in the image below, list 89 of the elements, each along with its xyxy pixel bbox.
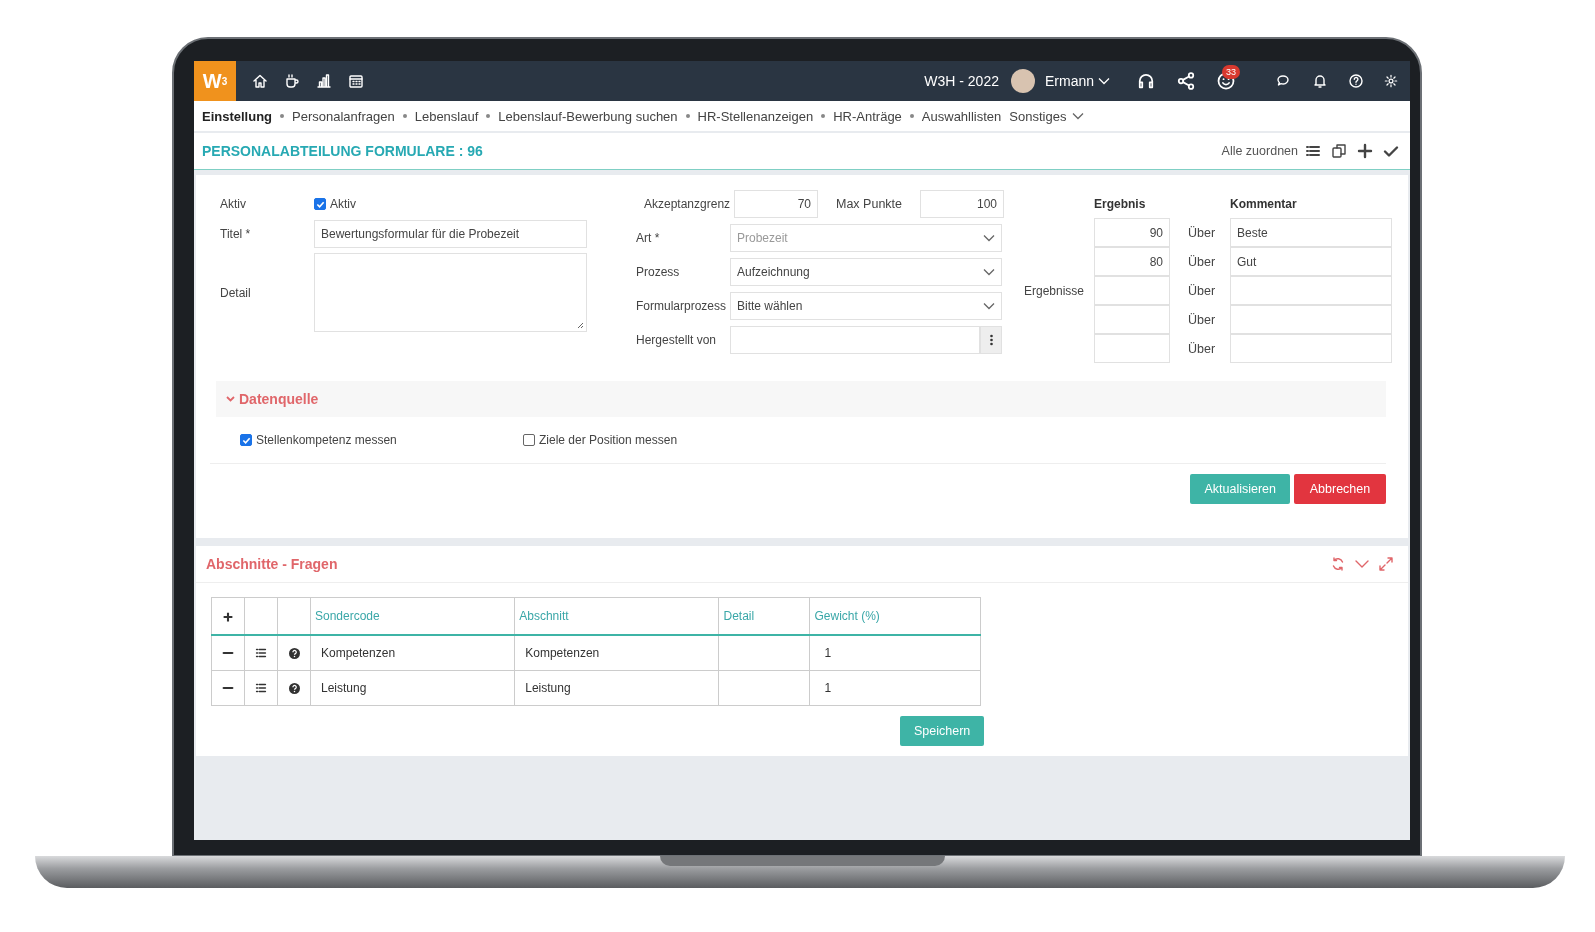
- assign-all-link[interactable]: Alle zuordnen: [1221, 144, 1298, 158]
- field-label: Ergebnisse: [1024, 283, 1086, 298]
- comment-field[interactable]: [1230, 305, 1392, 334]
- help-icon[interactable]: [288, 648, 300, 660]
- select-field[interactable]: Aufzeichnung: [730, 258, 1002, 286]
- operator-label: Über: [1187, 341, 1217, 356]
- headset-icon[interactable]: [1136, 71, 1156, 91]
- field-label: Aktiv: [220, 197, 247, 211]
- chevron-down-icon: [1098, 77, 1110, 85]
- smiley-icon[interactable]: [1216, 71, 1236, 91]
- bar-chart-icon[interactable]: [316, 73, 332, 89]
- column-header: Kommentar: [1230, 196, 1298, 211]
- checkbox-label: Aktiv: [330, 197, 356, 211]
- comment-field[interactable]: Gut: [1230, 247, 1392, 276]
- nav-tab[interactable]: Lebenslauf: [414, 108, 479, 124]
- checkbox-label: Stellenkompetenz messen: [256, 433, 397, 447]
- max-points-field[interactable]: 100: [920, 190, 1004, 218]
- table-cell: Leistung: [321, 681, 367, 695]
- nav-tab[interactable]: HR-Anträge: [833, 108, 902, 124]
- field-label: Detail: [220, 285, 252, 300]
- settings-icon[interactable]: [1384, 74, 1398, 88]
- table-cell: Leistung: [525, 681, 571, 695]
- field-label: Akzeptanzgrenz: [643, 197, 730, 211]
- nav-tab[interactable]: Sonstiges: [1009, 108, 1085, 124]
- page-title: PERSONALABTEILUNG FORMULARE : 96: [202, 143, 483, 159]
- select-field[interactable]: Bitte wählen: [730, 292, 1002, 320]
- chat-bubbles-icon[interactable]: [1276, 73, 1292, 89]
- operator-label: Über: [1187, 225, 1217, 240]
- chevron-down-icon: [983, 234, 995, 242]
- chevron-down-icon: [983, 302, 995, 310]
- calendar-icon[interactable]: [348, 73, 364, 89]
- expand-arrows-icon[interactable]: [1378, 556, 1394, 572]
- option-checkbox[interactable]: [240, 434, 252, 446]
- table-cell: 1: [824, 646, 832, 660]
- coffee-cup-icon[interactable]: [284, 73, 300, 89]
- nav-tab[interactable]: Lebenslauf-Bewerbung suchen: [498, 108, 678, 124]
- refresh-icon[interactable]: [1330, 556, 1346, 572]
- threshold-field[interactable]: 70: [734, 190, 818, 218]
- list-icon[interactable]: [1305, 143, 1321, 159]
- vertical-dots-icon: [989, 334, 993, 346]
- score-field[interactable]: [1094, 334, 1170, 363]
- field-label: Prozess: [636, 265, 681, 279]
- nav-tab[interactable]: Einstellung: [202, 108, 273, 124]
- field-label: Max Punkte: [836, 197, 902, 211]
- operator-label: Über: [1187, 254, 1217, 269]
- nav-tab[interactable]: HR-Stellenanzeigen: [697, 108, 814, 124]
- field-label: Titel *: [220, 227, 252, 241]
- comment-field[interactable]: [1230, 276, 1392, 305]
- field-label: Hergestellt von: [636, 333, 718, 347]
- table-cell: Kompetenzen: [321, 646, 396, 660]
- active-checkbox[interactable]: [314, 198, 326, 210]
- comment-field[interactable]: Beste: [1230, 218, 1392, 247]
- checkbox-label: Ziele der Position messen: [539, 433, 678, 447]
- comment-field[interactable]: [1230, 334, 1392, 363]
- operator-label: Über: [1187, 312, 1217, 327]
- user-avatar[interactable]: [1010, 69, 1035, 93]
- home-icon[interactable]: [252, 73, 268, 89]
- nav-tab[interactable]: Auswahllisten: [921, 108, 1002, 124]
- check-icon[interactable]: [1383, 143, 1399, 159]
- table-cell: 1: [824, 681, 832, 695]
- help-icon[interactable]: [288, 683, 300, 695]
- option-checkbox[interactable]: [523, 434, 535, 446]
- title-field[interactable]: Bewertungsformular für die Probezeit: [314, 220, 587, 248]
- notification-badge: 33: [1222, 65, 1240, 79]
- operator-label: Über: [1187, 283, 1217, 298]
- field-label: Art *: [636, 231, 661, 245]
- user-menu[interactable]: Ermann: [1038, 72, 1116, 90]
- plus-icon[interactable]: [1357, 143, 1373, 159]
- field-label: Formularprozess: [636, 299, 728, 313]
- chevron-down-icon: [1072, 112, 1085, 120]
- score-field[interactable]: 80: [1094, 247, 1170, 276]
- more-button[interactable]: [980, 326, 1002, 354]
- help-icon[interactable]: [1348, 73, 1364, 89]
- table-cell: Kompetenzen: [525, 646, 600, 660]
- created-by-field[interactable]: [730, 326, 980, 354]
- nav-tab[interactable]: Personalanfragen: [292, 108, 395, 124]
- company-label: W3H - 2022: [924, 73, 999, 89]
- copy-icon[interactable]: [1331, 143, 1347, 159]
- cancel-button[interactable]: Abbrechen: [1294, 474, 1386, 504]
- chevron-down-icon: [983, 268, 995, 276]
- resize-grip-icon[interactable]: [577, 322, 584, 329]
- score-field[interactable]: 90: [1094, 218, 1170, 247]
- score-field[interactable]: [1094, 305, 1170, 334]
- column-header: Ergebnis: [1094, 196, 1147, 211]
- section-title: Abschnitte - Fragen: [206, 556, 338, 572]
- chevron-down-icon: [226, 396, 235, 402]
- share-icon[interactable]: [1176, 71, 1196, 91]
- bell-icon[interactable]: [1312, 73, 1328, 89]
- score-field[interactable]: [1094, 276, 1170, 305]
